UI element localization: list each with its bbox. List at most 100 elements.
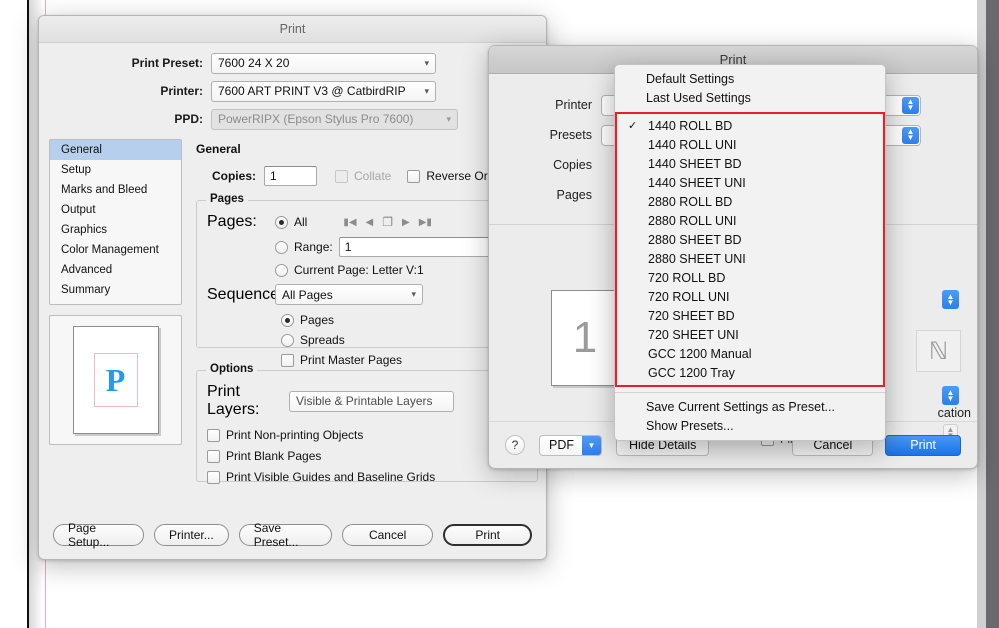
menu-item-gcc-1200-tray[interactable]: GCC 1200 Tray bbox=[617, 363, 883, 382]
previous-page-icon[interactable]: ◀ bbox=[366, 217, 374, 228]
sidebar-item-setup[interactable]: Setup bbox=[50, 160, 181, 180]
print-nonprinting-row: Print Non-printing Objects bbox=[207, 428, 527, 442]
print-blank-pages-checkbox[interactable] bbox=[207, 450, 220, 463]
first-page-icon[interactable]: ▮◀ bbox=[343, 217, 356, 228]
options-group: Options Print Layers: Visible & Printabl… bbox=[196, 370, 538, 482]
indesign-dialog-body: General Setup Marks and Bleed Output Gra… bbox=[39, 139, 546, 482]
pdf-button-label: PDF bbox=[549, 438, 574, 452]
spread-icon[interactable]: ❐ bbox=[382, 215, 393, 229]
current-page-radio[interactable] bbox=[275, 264, 288, 277]
chevron-down-icon[interactable]: ▼ bbox=[582, 436, 601, 455]
cancel-button[interactable]: Cancel bbox=[342, 524, 433, 546]
page-preview-sheet: P bbox=[73, 326, 159, 434]
layout-direction-icon[interactable]: ℕ bbox=[916, 330, 961, 372]
pages-unit-radio[interactable] bbox=[281, 314, 294, 327]
print-layers-popup[interactable]: Visible & Printable Layers bbox=[289, 391, 454, 412]
collate-label: Collate bbox=[354, 169, 391, 183]
sidebar-item-color-management[interactable]: Color Management bbox=[50, 240, 181, 260]
chevron-down-icon: ▾ bbox=[411, 289, 416, 300]
indesign-section-list[interactable]: General Setup Marks and Bleed Output Gra… bbox=[49, 139, 182, 305]
menu-item-720-roll-uni[interactable]: 720 ROLL UNI bbox=[617, 287, 883, 306]
spreads-label: Spreads bbox=[300, 333, 345, 347]
print-preset-label: Print Preset: bbox=[39, 56, 211, 70]
sidebar-item-general[interactable]: General bbox=[50, 140, 181, 160]
print-nonprinting-objects-checkbox[interactable] bbox=[207, 429, 220, 442]
print-preset-popup[interactable]: 7600 24 X 20 ▾ bbox=[211, 53, 436, 74]
orientation-label-fragment: cation bbox=[938, 406, 971, 420]
macos-print-button[interactable]: Print bbox=[885, 435, 961, 456]
chevron-updown-icon[interactable]: ▲▼ bbox=[942, 290, 959, 309]
pages-range-radio[interactable] bbox=[275, 241, 288, 254]
menu-item-1440-roll-bd[interactable]: ✓ 1440 ROLL BD bbox=[617, 116, 883, 135]
menu-item-save-current-settings-as-preset[interactable]: Save Current Settings as Preset... bbox=[615, 397, 885, 416]
menu-item-last-used-settings[interactable]: Last Used Settings bbox=[615, 88, 885, 107]
menu-item-1440-roll-uni[interactable]: 1440 ROLL UNI bbox=[617, 135, 883, 154]
sidebar-item-marks-and-bleed[interactable]: Marks and Bleed bbox=[50, 180, 181, 200]
sequence-row: Sequence: All Pages ▾ bbox=[207, 284, 527, 305]
ppd-value: PowerRIPX (Epson Stylus Pro 7600) bbox=[218, 112, 413, 126]
copies-label: Copies: bbox=[186, 169, 264, 183]
menu-item-720-sheet-bd[interactable]: 720 SHEET BD bbox=[617, 306, 883, 325]
save-preset-button[interactable]: Save Preset... bbox=[239, 524, 332, 546]
menu-item-2880-roll-uni[interactable]: 2880 ROLL UNI bbox=[617, 211, 883, 230]
print-button[interactable]: Print bbox=[443, 524, 532, 546]
sidebar-item-advanced[interactable]: Advanced bbox=[50, 260, 181, 280]
pages-radio-row: Pages bbox=[207, 313, 527, 327]
printer-button[interactable]: Printer... bbox=[154, 524, 229, 546]
print-blank-pages-row: Print Blank Pages bbox=[207, 449, 527, 463]
printer-popup[interactable]: 7600 ART PRINT V3 @ CatbirdRIP ▾ bbox=[211, 81, 436, 102]
collate-checkbox bbox=[335, 170, 348, 183]
page-preview-glyph: P bbox=[106, 364, 126, 396]
chevron-down-icon: ▾ bbox=[424, 86, 429, 97]
macos-pages-label: Pages bbox=[489, 188, 601, 202]
print-visible-guides-row: Print Visible Guides and Baseline Grids bbox=[207, 470, 527, 484]
pages-unit-label: Pages bbox=[300, 313, 334, 327]
print-layers-label: Print Layers: bbox=[207, 383, 289, 419]
last-page-icon[interactable]: ▶▮ bbox=[419, 217, 432, 228]
menu-item-label: 1440 ROLL BD bbox=[648, 119, 732, 133]
menu-item-2880-roll-bd[interactable]: 2880 ROLL BD bbox=[617, 192, 883, 211]
print-visible-guides-checkbox[interactable] bbox=[207, 471, 220, 484]
pages-range-input[interactable]: 1 bbox=[339, 237, 499, 257]
presets-highlight-box: ✓ 1440 ROLL BD 1440 ROLL UNI 1440 SHEET … bbox=[615, 112, 885, 387]
macos-presets-label: Presets bbox=[489, 128, 601, 142]
copies-input[interactable]: 1 bbox=[264, 166, 317, 186]
ppd-row: PPD: PowerRIPX (Epson Stylus Pro 7600) ▾ bbox=[39, 107, 546, 131]
menu-item-1440-sheet-uni[interactable]: 1440 SHEET UNI bbox=[617, 173, 883, 192]
menu-item-2880-sheet-uni[interactable]: 2880 SHEET UNI bbox=[617, 249, 883, 268]
print-nonprinting-objects-label: Print Non-printing Objects bbox=[226, 428, 363, 442]
next-page-icon[interactable]: ▶ bbox=[402, 217, 410, 228]
print-master-pages-label: Print Master Pages bbox=[300, 353, 402, 367]
menu-item-720-roll-bd[interactable]: 720 ROLL BD bbox=[617, 268, 883, 287]
sidebar-item-graphics[interactable]: Graphics bbox=[50, 220, 181, 240]
presets-dropdown-menu[interactable]: Default Settings Last Used Settings ✓ 14… bbox=[614, 64, 886, 441]
chevron-down-icon: ▾ bbox=[446, 114, 451, 125]
menu-item-720-sheet-uni[interactable]: 720 SHEET UNI bbox=[617, 325, 883, 344]
sequence-popup[interactable]: All Pages ▾ bbox=[275, 284, 423, 305]
menu-item-default-settings[interactable]: Default Settings bbox=[615, 69, 885, 88]
menu-item-show-presets[interactable]: Show Presets... bbox=[615, 416, 885, 435]
ppd-popup: PowerRIPX (Epson Stylus Pro 7600) ▾ bbox=[211, 109, 458, 130]
menu-divider bbox=[615, 392, 885, 393]
pdf-button[interactable]: PDF ▼ bbox=[539, 435, 602, 456]
options-group-title: Options bbox=[206, 363, 257, 375]
chevron-updown-icon[interactable]: ▲▼ bbox=[942, 386, 959, 405]
sidebar-item-output[interactable]: Output bbox=[50, 200, 181, 220]
pages-group-title: Pages bbox=[206, 193, 248, 205]
pages-all-radio[interactable] bbox=[275, 216, 288, 229]
pages-range-label: Range: bbox=[294, 240, 333, 254]
current-page-row: Current Page: Letter V:1 bbox=[207, 263, 527, 277]
print-master-pages-checkbox[interactable] bbox=[281, 354, 294, 367]
border-stepper[interactable]: ▲▼ bbox=[942, 386, 959, 405]
layout-pages-per-sheet-stepper[interactable]: ▲▼ bbox=[942, 290, 959, 309]
help-button[interactable]: ? bbox=[505, 435, 525, 455]
reverse-order-checkbox[interactable] bbox=[407, 170, 420, 183]
page-setup-button[interactable]: Page Setup... bbox=[53, 524, 144, 546]
menu-item-1440-sheet-bd[interactable]: 1440 SHEET BD bbox=[617, 154, 883, 173]
spreads-radio-row: Spreads bbox=[207, 333, 527, 347]
sidebar-item-summary[interactable]: Summary bbox=[50, 280, 181, 300]
menu-item-2880-sheet-bd[interactable]: 2880 SHEET BD bbox=[617, 230, 883, 249]
spreads-radio[interactable] bbox=[281, 334, 294, 347]
menu-item-gcc-1200-manual[interactable]: GCC 1200 Manual bbox=[617, 344, 883, 363]
scrollbar-track[interactable] bbox=[977, 0, 986, 628]
